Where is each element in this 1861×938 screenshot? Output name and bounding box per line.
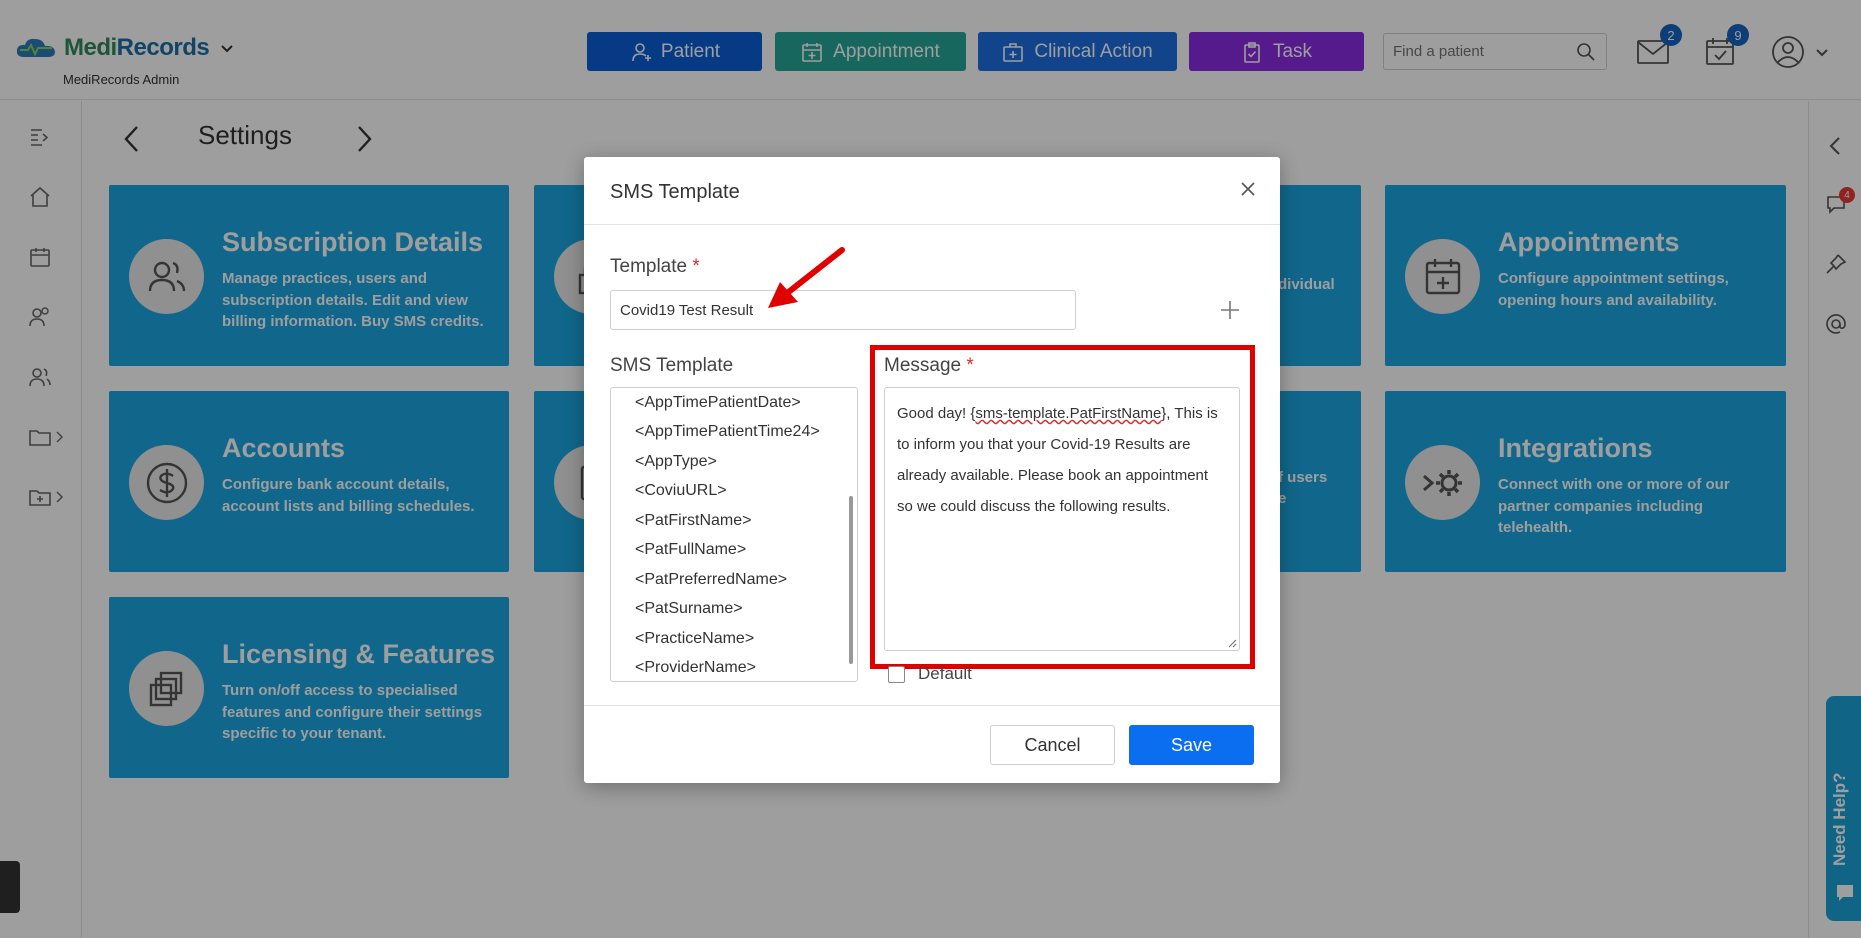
list-scrollbar[interactable]: [849, 496, 853, 664]
placeholder-list[interactable]: <AppTimePatientDate> <AppTimePatientTime…: [610, 387, 858, 682]
close-icon[interactable]: [1240, 181, 1256, 197]
list-item[interactable]: <CoviuURL>: [635, 482, 727, 500]
list-item[interactable]: <PatSurname>: [635, 600, 743, 618]
annotation-arrow: [768, 247, 845, 308]
list-item[interactable]: <PatPreferredName>: [635, 571, 787, 589]
add-template-icon[interactable]: [1219, 299, 1241, 321]
list-item[interactable]: <AppTimePatientDate>: [635, 394, 801, 412]
annotation-highlight-box: [870, 345, 1255, 669]
cancel-button[interactable]: Cancel: [990, 725, 1115, 765]
save-button[interactable]: Save: [1129, 725, 1254, 765]
list-item[interactable]: <AppTimePatientTime24>: [635, 423, 820, 441]
sms-template-modal: SMS Template Template * SMS Template <Ap…: [584, 157, 1280, 783]
default-label: Default: [918, 664, 972, 683]
list-item[interactable]: <ProviderName>: [635, 659, 756, 677]
template-label: Template *: [610, 256, 700, 277]
default-checkbox[interactable]: [888, 666, 905, 683]
list-item[interactable]: <AppType>: [635, 453, 717, 471]
sms-template-list-label: SMS Template: [610, 355, 734, 376]
list-item[interactable]: <PatFullName>: [635, 541, 746, 559]
list-item[interactable]: <PracticeName>: [635, 630, 754, 648]
list-item[interactable]: <PatFirstName>: [635, 512, 751, 530]
modal-title: SMS Template: [610, 181, 740, 203]
modal-header: SMS Template: [584, 157, 1280, 225]
modal-footer-divider: [584, 705, 1280, 706]
